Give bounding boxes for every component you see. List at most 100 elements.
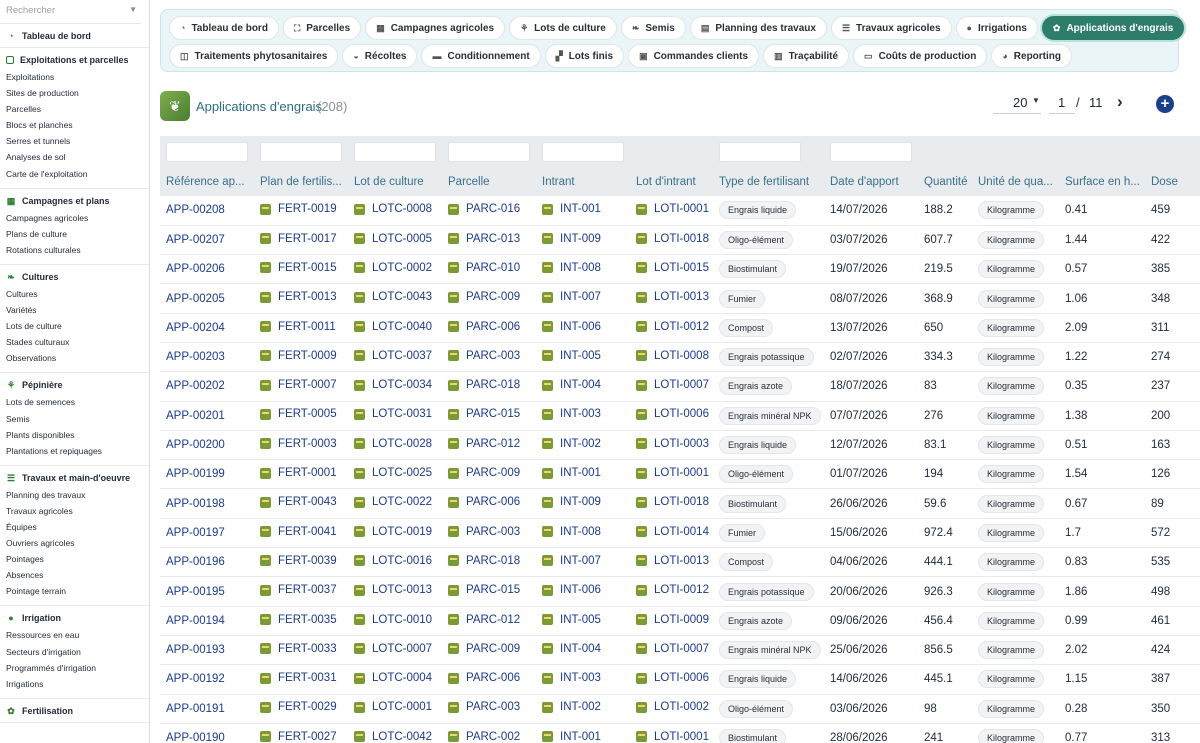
- related-record-link[interactable]: PARC-006: [442, 313, 536, 343]
- column-filter-input[interactable]: [354, 142, 436, 162]
- tab[interactable]: ▣ Commandes clients: [628, 44, 760, 68]
- sidebar-section-header[interactable]: ◔ Tableau de bord: [0, 31, 149, 41]
- related-record[interactable]: PARC-018: [448, 555, 520, 567]
- sidebar-section-header[interactable]: ⚘ Pépinière: [0, 380, 149, 394]
- related-record[interactable]: PARC-016: [448, 203, 520, 215]
- related-record[interactable]: LOTC-0028: [354, 438, 432, 450]
- related-record-link[interactable]: FERT-0005: [254, 401, 348, 431]
- related-record-link[interactable]: LOTI-0001: [630, 459, 713, 490]
- related-record[interactable]: LOTI-0018: [636, 233, 709, 245]
- related-record-link[interactable]: LOTC-0008: [348, 196, 442, 226]
- related-record[interactable]: FERT-0005: [260, 408, 337, 420]
- table-row[interactable]: APP-00207 FERT-0017 LOTC-0005 PARC-013 INT-0…: [160, 225, 1200, 256]
- table-row[interactable]: APP-00193 FERT-0033 LOTC-0007 PARC-009 INT-0…: [160, 635, 1200, 666]
- related-record-link[interactable]: FERT-0017: [254, 225, 348, 256]
- related-record[interactable]: PARC-012: [448, 438, 520, 450]
- related-record[interactable]: LOTI-0014: [636, 526, 709, 538]
- column-header[interactable]: Parcelle: [442, 167, 536, 196]
- related-record-link[interactable]: LOTI-0013: [630, 283, 713, 314]
- sidebar-item[interactable]: Parcelles: [0, 101, 149, 117]
- sidebar-item[interactable]: Stades culturaux: [0, 334, 149, 350]
- related-record-link[interactable]: FERT-0015: [254, 254, 348, 285]
- related-record-link[interactable]: INT-008: [536, 518, 630, 549]
- column-header[interactable]: Référence ap...: [160, 167, 254, 196]
- sidebar-section-header[interactable]: ❧ Cultures: [0, 272, 149, 286]
- reference-link[interactable]: APP-00201: [160, 401, 254, 431]
- related-record-link[interactable]: FERT-0019: [254, 196, 348, 226]
- related-record-link[interactable]: LOTI-0013: [630, 547, 713, 578]
- related-record-link[interactable]: PARC-006: [442, 664, 536, 695]
- column-filter-input[interactable]: [830, 142, 912, 162]
- related-record-link[interactable]: LOTI-0007: [630, 371, 713, 402]
- related-record-link[interactable]: FERT-0027: [254, 723, 348, 743]
- related-record-link[interactable]: PARC-015: [442, 576, 536, 607]
- column-filter-input[interactable]: [166, 142, 248, 162]
- related-record-link[interactable]: LOTC-0022: [348, 488, 442, 519]
- related-record-link[interactable]: LOTI-0003: [630, 430, 713, 461]
- tab[interactable]: ◔ Tableau de bord: [169, 16, 279, 40]
- reference-link[interactable]: APP-00203: [160, 342, 254, 373]
- related-record[interactable]: INT-005: [542, 614, 601, 626]
- sidebar-item[interactable]: Serres et tunnels: [0, 133, 149, 149]
- reference-link[interactable]: APP-00208: [160, 196, 254, 226]
- related-record[interactable]: FERT-0009: [260, 350, 337, 362]
- sidebar-item[interactable]: Cultures: [0, 286, 149, 302]
- related-record[interactable]: FERT-0037: [260, 584, 337, 596]
- related-record-link[interactable]: PARC-016: [442, 196, 536, 226]
- sidebar-item[interactable]: Rotations culturales: [0, 242, 149, 258]
- related-record[interactable]: FERT-0033: [260, 643, 337, 655]
- table-row[interactable]: APP-00204 FERT-0011 LOTC-0040 PARC-006 INT-0…: [160, 313, 1200, 343]
- related-record-link[interactable]: LOTI-0002: [630, 694, 713, 724]
- sidebar-item[interactable]: Plans de culture: [0, 226, 149, 242]
- related-record[interactable]: LOTI-0001: [636, 467, 709, 479]
- related-record[interactable]: PARC-002: [448, 731, 520, 743]
- related-record-link[interactable]: LOTI-0014: [630, 518, 713, 549]
- related-record-link[interactable]: PARC-009: [442, 283, 536, 314]
- sidebar-item[interactable]: Semis: [0, 411, 149, 427]
- related-record[interactable]: FERT-0011: [260, 321, 336, 333]
- related-record-link[interactable]: PARC-003: [442, 342, 536, 373]
- related-record[interactable]: LOTC-0016: [354, 555, 432, 567]
- related-record[interactable]: PARC-013: [448, 233, 520, 245]
- related-record[interactable]: INT-001: [542, 467, 601, 479]
- related-record[interactable]: LOTC-0034: [354, 379, 432, 391]
- tab[interactable]: ● Irrigations: [955, 16, 1038, 40]
- related-record-link[interactable]: INT-006: [536, 313, 630, 343]
- related-record-link[interactable]: PARC-012: [442, 430, 536, 461]
- related-record-link[interactable]: LOTI-0001: [630, 723, 713, 743]
- related-record-link[interactable]: LOTC-0043: [348, 283, 442, 314]
- related-record[interactable]: LOTC-0031: [354, 408, 432, 420]
- related-record-link[interactable]: PARC-003: [442, 694, 536, 724]
- current-page-input[interactable]: 1: [1049, 92, 1075, 114]
- related-record-link[interactable]: PARC-018: [442, 547, 536, 578]
- search-box[interactable]: ▼: [0, 0, 141, 24]
- related-record[interactable]: FERT-0027: [260, 731, 337, 743]
- related-record[interactable]: FERT-0043: [260, 496, 337, 508]
- related-record[interactable]: LOTC-0002: [354, 262, 432, 274]
- related-record[interactable]: PARC-009: [448, 467, 520, 479]
- related-record-link[interactable]: FERT-0041: [254, 518, 348, 549]
- tab[interactable]: ▞ Lots finis: [544, 44, 625, 68]
- table-row[interactable]: APP-00198 FERT-0043 LOTC-0022 PARC-006 INT-0…: [160, 488, 1200, 519]
- related-record-link[interactable]: INT-006: [536, 576, 630, 607]
- related-record[interactable]: INT-004: [542, 643, 601, 655]
- sidebar-item[interactable]: Absences: [0, 567, 149, 583]
- tab[interactable]: ✿ Applications d'engrais: [1041, 16, 1185, 40]
- related-record[interactable]: LOTC-0037: [354, 350, 432, 362]
- sidebar-section-header[interactable]: Exploitations et parcelles: [0, 55, 149, 69]
- sidebar-section-header[interactable]: ▦ Campagnes et plans: [0, 196, 149, 210]
- column-header[interactable]: Surface en h...: [1059, 167, 1145, 196]
- related-record-link[interactable]: LOTC-0016: [348, 547, 442, 578]
- sidebar-section-header[interactable]: ☰ Travaux et main-d'oeuvre: [0, 473, 149, 487]
- reference-link[interactable]: APP-00198: [160, 488, 254, 519]
- sidebar-item[interactable]: Équipes: [0, 519, 149, 535]
- related-record[interactable]: PARC-015: [448, 408, 520, 420]
- sidebar-item[interactable]: Lots de semences: [0, 394, 149, 410]
- chevron-down-icon[interactable]: ▼: [1032, 96, 1040, 105]
- table-row[interactable]: APP-00194 FERT-0035 LOTC-0010 PARC-012 INT-0…: [160, 606, 1200, 636]
- reference-link[interactable]: APP-00191: [160, 694, 254, 724]
- table-row[interactable]: APP-00195 FERT-0037 LOTC-0013 PARC-015 INT-0…: [160, 576, 1200, 607]
- related-record-link[interactable]: FERT-0043: [254, 488, 348, 519]
- related-record[interactable]: PARC-009: [448, 291, 520, 303]
- related-record-link[interactable]: PARC-018: [442, 371, 536, 402]
